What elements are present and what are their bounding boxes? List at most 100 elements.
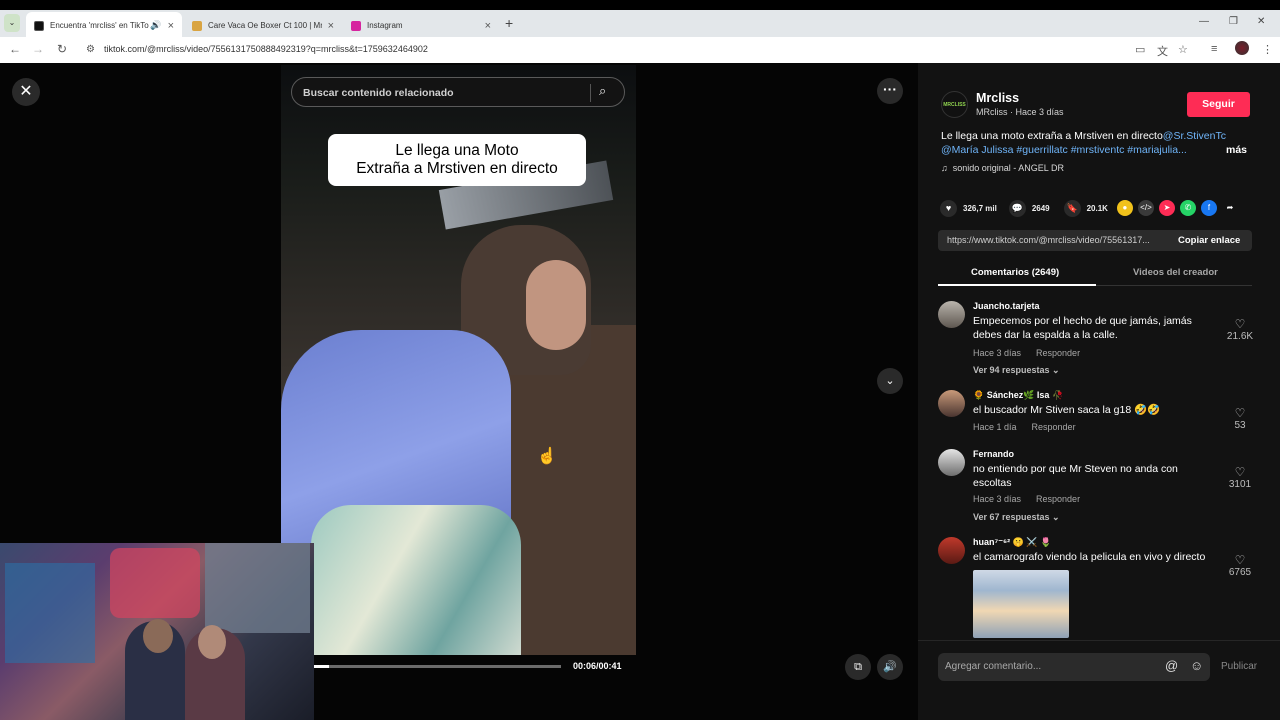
new-tab-button[interactable]: + <box>505 15 513 31</box>
comment-like[interactable]: ♡ 21.6K <box>1220 317 1260 342</box>
like-count: 326,7 mil <box>963 203 997 213</box>
hashtag-links[interactable]: @María Julissa #guerrillatc #mrstiventc … <box>941 144 1187 156</box>
tab-creator-videos[interactable]: Videos del creador <box>1133 267 1218 278</box>
mouse-cursor-icon: ☝ <box>537 448 557 465</box>
comment-sticker-image[interactable] <box>973 570 1069 638</box>
window-close-icon[interactable]: ✕ <box>1257 16 1265 27</box>
browser-tab-tiktok[interactable]: Encuentra 'mrcliss' en TikTo 🔊 × <box>26 12 182 39</box>
comment-like-count: 3101 <box>1228 479 1252 490</box>
emoji-icon[interactable]: ☺ <box>1190 658 1203 673</box>
share-link-url[interactable]: https://www.tiktok.com/@mrcliss/video/75… <box>947 235 1150 245</box>
comment-like[interactable]: ♡ 53 <box>1220 406 1260 431</box>
browser-tab-care-vaca[interactable]: Care Vaca Oe Boxer Ct 100 | Mr × <box>184 12 342 39</box>
whatsapp-icon[interactable]: ✆ <box>1179 200 1196 216</box>
cast-icon[interactable]: ▭ <box>1135 43 1145 56</box>
heart-icon: ♥ <box>940 199 957 217</box>
copy-link-button[interactable]: Copiar enlace <box>1178 235 1240 246</box>
video-timecode: 00:06/00:41 <box>573 661 622 671</box>
comment-action[interactable]: 💬 2649 <box>1008 199 1050 217</box>
close-tab-icon[interactable]: × <box>168 20 174 32</box>
commenter-name[interactable]: 🌻 Sánchez🌿 Isa 🥀 <box>973 390 1063 401</box>
more-link[interactable]: más <box>1226 143 1247 157</box>
commenter-avatar[interactable] <box>938 390 965 417</box>
commenter-name[interactable]: Juancho.tarjeta <box>973 301 1040 311</box>
translate-icon[interactable]: 文 <box>1157 43 1168 59</box>
comment-icon: 💬 <box>1008 199 1026 217</box>
mention-link[interactable]: @Sr.StivenTc <box>1163 130 1226 142</box>
mention-icon[interactable]: @ <box>1165 658 1178 673</box>
more-options-button[interactable]: ··· <box>877 78 903 104</box>
browser-menu-icon[interactable]: ⋮ <box>1262 43 1273 56</box>
tab-title: Care Vaca Oe Boxer Ct 100 | Mr <box>208 21 322 30</box>
streamer-head <box>198 625 226 659</box>
webcam-overlay <box>0 543 314 720</box>
close-viewer-button[interactable]: ✕ <box>12 78 40 106</box>
site-info-icon[interactable]: ⚙ <box>86 44 95 55</box>
commenter-name[interactable]: huan⁷⁻⁶² 🤫 ⚔️ 🌷 <box>973 537 1051 548</box>
coin-icon[interactable]: ● <box>1116 200 1133 216</box>
comment-like[interactable]: ♡ 3101 <box>1220 465 1260 490</box>
share-arrow-icon[interactable]: ➦ <box>1222 200 1238 216</box>
comment-count: 2649 <box>1031 203 1050 213</box>
comment-item: Fernando no entiendo por que Mr Steven n… <box>938 449 1260 529</box>
audio-icon[interactable]: 🔊 <box>150 20 161 31</box>
tab-title: Instagram <box>367 21 403 30</box>
site-icon <box>192 20 202 31</box>
reply-button[interactable]: Responder <box>1032 422 1076 432</box>
author-subtitle: MRcliss · Hace 3 días <box>976 107 1064 117</box>
save-action[interactable]: 🔖 20.1K <box>1063 199 1108 217</box>
send-icon[interactable]: ➤ <box>1158 200 1175 216</box>
reply-button[interactable]: Responder <box>1036 494 1080 504</box>
reply-button[interactable]: Responder <box>1036 348 1080 358</box>
like-action[interactable]: ♥ 326,7 mil <box>940 199 997 217</box>
music-note-icon: ♫ <box>941 163 948 173</box>
tiktok-icon <box>34 20 44 31</box>
bookmark-star-icon[interactable]: ☆ <box>1178 43 1188 56</box>
embed-icon[interactable]: </> <box>1137 200 1154 216</box>
comment-like[interactable]: ♡ 6765 <box>1220 553 1260 578</box>
url-text[interactable]: tiktok.com/@mrcliss/video/75561317508884… <box>104 44 428 54</box>
comment-like-count: 21.6K <box>1226 331 1254 342</box>
browser-tab-instagram[interactable]: Instagram × <box>343 12 499 39</box>
video-caption: Le llega una Moto Extraña a Mrstiven en … <box>328 134 586 186</box>
forward-icon[interactable]: → <box>32 42 44 56</box>
back-icon[interactable]: ← <box>9 42 21 56</box>
commenter-avatar[interactable] <box>938 301 965 328</box>
close-tab-icon[interactable]: × <box>485 20 491 32</box>
comment-time: Hace 1 día <box>973 422 1017 432</box>
volume-button[interactable]: 🔊 <box>877 654 903 680</box>
view-replies-button[interactable]: Ver 94 respuestas ⌄ <box>973 365 1060 376</box>
reload-icon[interactable]: ↻ <box>57 42 67 56</box>
facebook-icon[interactable]: f <box>1200 200 1217 216</box>
comment-meta: Hace 3 días Responder <box>973 348 1080 358</box>
tab-title: Encuentra 'mrcliss' en TikTo <box>50 21 149 30</box>
comment-like-count: 53 <box>1234 420 1246 431</box>
close-tab-icon[interactable]: × <box>328 20 334 32</box>
restore-icon[interactable]: ❐ <box>1229 16 1238 27</box>
profile-avatar[interactable] <box>1235 41 1249 55</box>
next-video-button[interactable]: ⌄ <box>877 368 903 394</box>
author-name[interactable]: Mrcliss <box>976 91 1019 105</box>
comment-item: Juancho.tarjeta Empecemos por el hecho d… <box>938 301 1260 381</box>
follow-button[interactable]: Seguir <box>1187 92 1250 117</box>
comment-meta: Hace 3 días Responder <box>973 494 1080 504</box>
comment-input[interactable]: Agregar comentario... @ ☺ <box>938 653 1210 681</box>
publish-button[interactable]: Publicar <box>1221 661 1257 672</box>
browser-tab-bar: ⌄ Encuentra 'mrcliss' en TikTo 🔊 × Care … <box>0 0 1280 39</box>
commenter-name[interactable]: Fernando <box>973 449 1014 459</box>
sound-row[interactable]: ♫ sonido original - ANGEL DR <box>941 163 1064 173</box>
pip-button[interactable]: ⧉ <box>845 654 871 680</box>
panel-tabs: Comentarios (2649) Videos del creador <box>938 262 1252 286</box>
commenter-avatar[interactable] <box>938 449 965 476</box>
related-search-input[interactable]: Buscar contenido relacionado ⌕ <box>291 77 625 107</box>
media-control-icon[interactable]: ≡ <box>1211 43 1217 55</box>
commenter-avatar[interactable] <box>938 537 965 564</box>
caption-line: Extraña a Mrstiven en directo <box>356 160 558 177</box>
tab-comments[interactable]: Comentarios (2649) <box>971 267 1059 278</box>
author-avatar[interactable]: MRCLISS <box>941 91 968 118</box>
search-icon[interactable]: ⌕ <box>599 83 606 99</box>
video-progress-bar[interactable] <box>314 665 561 668</box>
tab-search-menu[interactable]: ⌄ <box>4 14 20 32</box>
view-replies-button[interactable]: Ver 67 respuestas ⌄ <box>973 512 1060 523</box>
minimize-icon[interactable]: — <box>1199 16 1209 27</box>
